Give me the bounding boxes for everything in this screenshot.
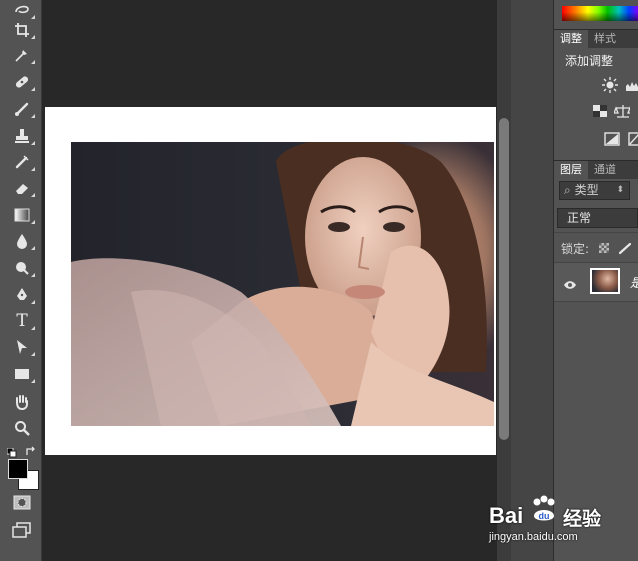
screen-mode-icon[interactable] [12,522,32,538]
document-canvas[interactable] [45,107,496,455]
levels-icon[interactable] [624,77,638,93]
layer-filter-label: 类型 [574,183,599,197]
layers-panel-tabs: 图层 通道 [554,160,638,179]
canvas-vertical-scrollbar[interactable] [497,0,511,561]
path-selection-tool-icon[interactable] [11,337,35,357]
black-white-icon[interactable] [592,103,608,119]
svg-text:du: du [539,511,550,521]
adjustments-panel-tabs: 调整 样式 [554,29,638,48]
eyedropper-tool-icon[interactable] [11,45,35,65]
zoom-tool-icon[interactable] [11,418,33,438]
tab-channels[interactable]: 通道 [588,161,622,179]
gradient-tool-icon[interactable] [11,205,35,225]
type-tool-glyph: T [16,311,28,331]
healing-brush-tool-icon[interactable] [11,72,35,92]
lock-transparency-icon[interactable] [599,243,609,253]
add-adjustment-title: 添加调整 [565,54,614,68]
default-colors-icon[interactable] [6,443,17,458]
document-canvas-area[interactable] [43,0,499,561]
eye-icon[interactable] [563,275,577,294]
layer-thumbnail[interactable] [590,268,620,294]
lasso-tool-icon[interactable] [11,0,35,20]
eraser-tool-icon[interactable] [11,178,35,198]
history-brush-tool-icon[interactable] [11,152,35,172]
chevron-updown-icon: ⬍ [616,185,624,195]
layer-filter-select[interactable]: ⌕ 类型 ⬍ [559,181,630,200]
blend-mode-select[interactable]: 正常 [557,208,638,228]
type-tool-icon[interactable]: T [11,311,35,331]
baidu-jingyan-watermark: Bai du 经验 jingyan.baidu.com [486,489,636,549]
brightness-icon[interactable] [602,77,618,93]
layer-name[interactable]: 是 [630,274,638,291]
watermark-brand-right: 经验 [563,508,602,530]
pen-tool-icon[interactable] [11,285,35,305]
layer-row[interactable]: 是 [554,262,638,302]
hand-tool-icon[interactable] [11,392,33,412]
dodge-tool-icon[interactable] [11,258,35,278]
foreground-color-swatch[interactable] [8,459,28,479]
color-spectrum-strip[interactable] [562,6,638,21]
panel-dock-gap [511,0,554,561]
right-panels: 调整 样式 添加调整 图层 通道 ⌕ 类型 ⬍ 正常 锁定: [554,0,638,561]
search-icon: ⌕ [564,183,571,197]
swap-colors-icon[interactable] [25,442,37,455]
invert-icon[interactable] [604,131,620,147]
crop-tool-icon[interactable] [11,20,35,40]
brush-tool-icon[interactable] [11,99,35,119]
watermark-url: jingyan.baidu.com [489,531,578,543]
portrait-photo [71,142,494,426]
scrollbar-thumb[interactable] [499,118,509,440]
paw-icon: du [528,494,560,530]
clone-stamp-tool-icon[interactable] [11,126,35,146]
posterize-icon[interactable] [626,131,638,147]
lock-row: 锁定: [554,232,638,263]
color-balance-icon[interactable] [614,103,630,119]
tab-layers[interactable]: 图层 [554,161,588,179]
quick-mask-icon[interactable] [13,495,31,511]
tab-adjustments[interactable]: 调整 [554,30,588,48]
rectangle-tool-icon[interactable] [11,364,35,384]
tab-styles[interactable]: 样式 [588,30,622,48]
lock-label: 锁定: [561,242,590,256]
blur-tool-icon[interactable] [11,231,35,251]
watermark-brand-left: Bai [489,503,524,528]
tools-panel: T [0,0,42,561]
lock-image-brush-icon[interactable] [618,240,634,259]
